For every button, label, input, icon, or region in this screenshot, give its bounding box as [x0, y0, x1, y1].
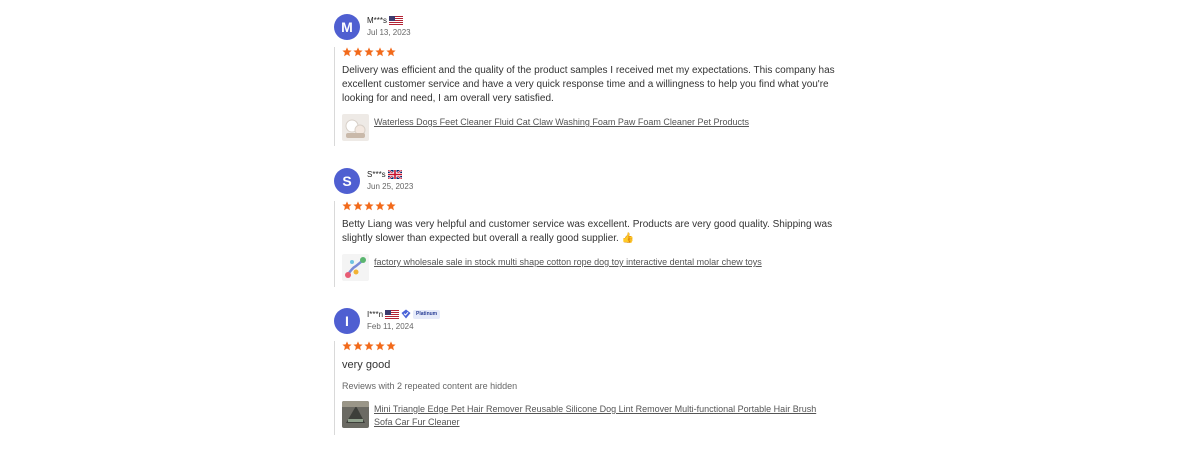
star-icon [375, 47, 385, 57]
reviewer-name: S***s [367, 169, 386, 179]
product-link[interactable]: Waterless Dogs Feet Cleaner Fluid Cat Cl… [374, 116, 749, 129]
reviewer-avatar: I [334, 308, 360, 334]
review-body: very good Reviews with 2 repeated conten… [334, 341, 837, 435]
review-body: Betty Liang was very helpful and custome… [334, 201, 837, 287]
verified-diamond-icon [401, 309, 411, 319]
star-icon [364, 47, 374, 57]
product-reference[interactable]: Waterless Dogs Feet Cleaner Fluid Cat Cl… [342, 114, 837, 141]
product-link[interactable]: Mini Triangle Edge Pet Hair Remover Reus… [374, 403, 834, 429]
star-rating [342, 201, 837, 212]
reviewer-name-row: I***n Platinum [367, 308, 441, 320]
star-rating [342, 47, 837, 58]
review-date: Jul 13, 2023 [367, 28, 411, 37]
star-icon [364, 201, 374, 211]
reviewer-name: M***s [367, 15, 388, 25]
product-reference[interactable]: Mini Triangle Edge Pet Hair Remover Reus… [342, 401, 837, 429]
reviewer-name-row: S***s [367, 168, 402, 180]
product-thumbnail[interactable] [342, 114, 369, 141]
star-icon [386, 341, 396, 351]
star-icon [342, 47, 352, 57]
star-icon [353, 47, 363, 57]
star-icon [342, 201, 352, 211]
hidden-reviews-note: Reviews with 2 repeated content are hidd… [342, 381, 518, 391]
star-rating [342, 341, 837, 352]
us-flag-icon [389, 16, 403, 25]
star-icon [364, 341, 374, 351]
reviewer-name: I***n [367, 309, 384, 319]
review-text: very good [342, 359, 391, 371]
review-body: Delivery was efficient and the quality o… [334, 47, 837, 146]
us-flag-icon [385, 310, 399, 319]
platinum-badge: Platinum [401, 309, 441, 319]
product-link[interactable]: factory wholesale sale in stock multi sh… [374, 256, 762, 269]
star-icon [353, 341, 363, 351]
star-icon [375, 201, 385, 211]
badge-label: Platinum [413, 309, 441, 319]
star-icon [386, 47, 396, 57]
star-icon [386, 201, 396, 211]
uk-flag-icon [388, 170, 402, 179]
review-date: Jun 25, 2023 [367, 182, 414, 191]
review-text: Betty Liang was very helpful and custome… [342, 219, 833, 244]
star-icon [353, 201, 363, 211]
review-text: Delivery was efficient and the quality o… [342, 65, 835, 104]
review-date: Feb 11, 2024 [367, 322, 414, 331]
product-thumbnail[interactable] [342, 401, 369, 428]
reviewer-avatar: S [334, 168, 360, 194]
star-icon [375, 341, 385, 351]
reviewer-name-row: M***s [367, 14, 403, 26]
product-reference[interactable]: factory wholesale sale in stock multi sh… [342, 254, 837, 281]
reviewer-avatar: M [334, 14, 360, 40]
product-thumbnail[interactable] [342, 254, 369, 281]
star-icon [342, 341, 352, 351]
